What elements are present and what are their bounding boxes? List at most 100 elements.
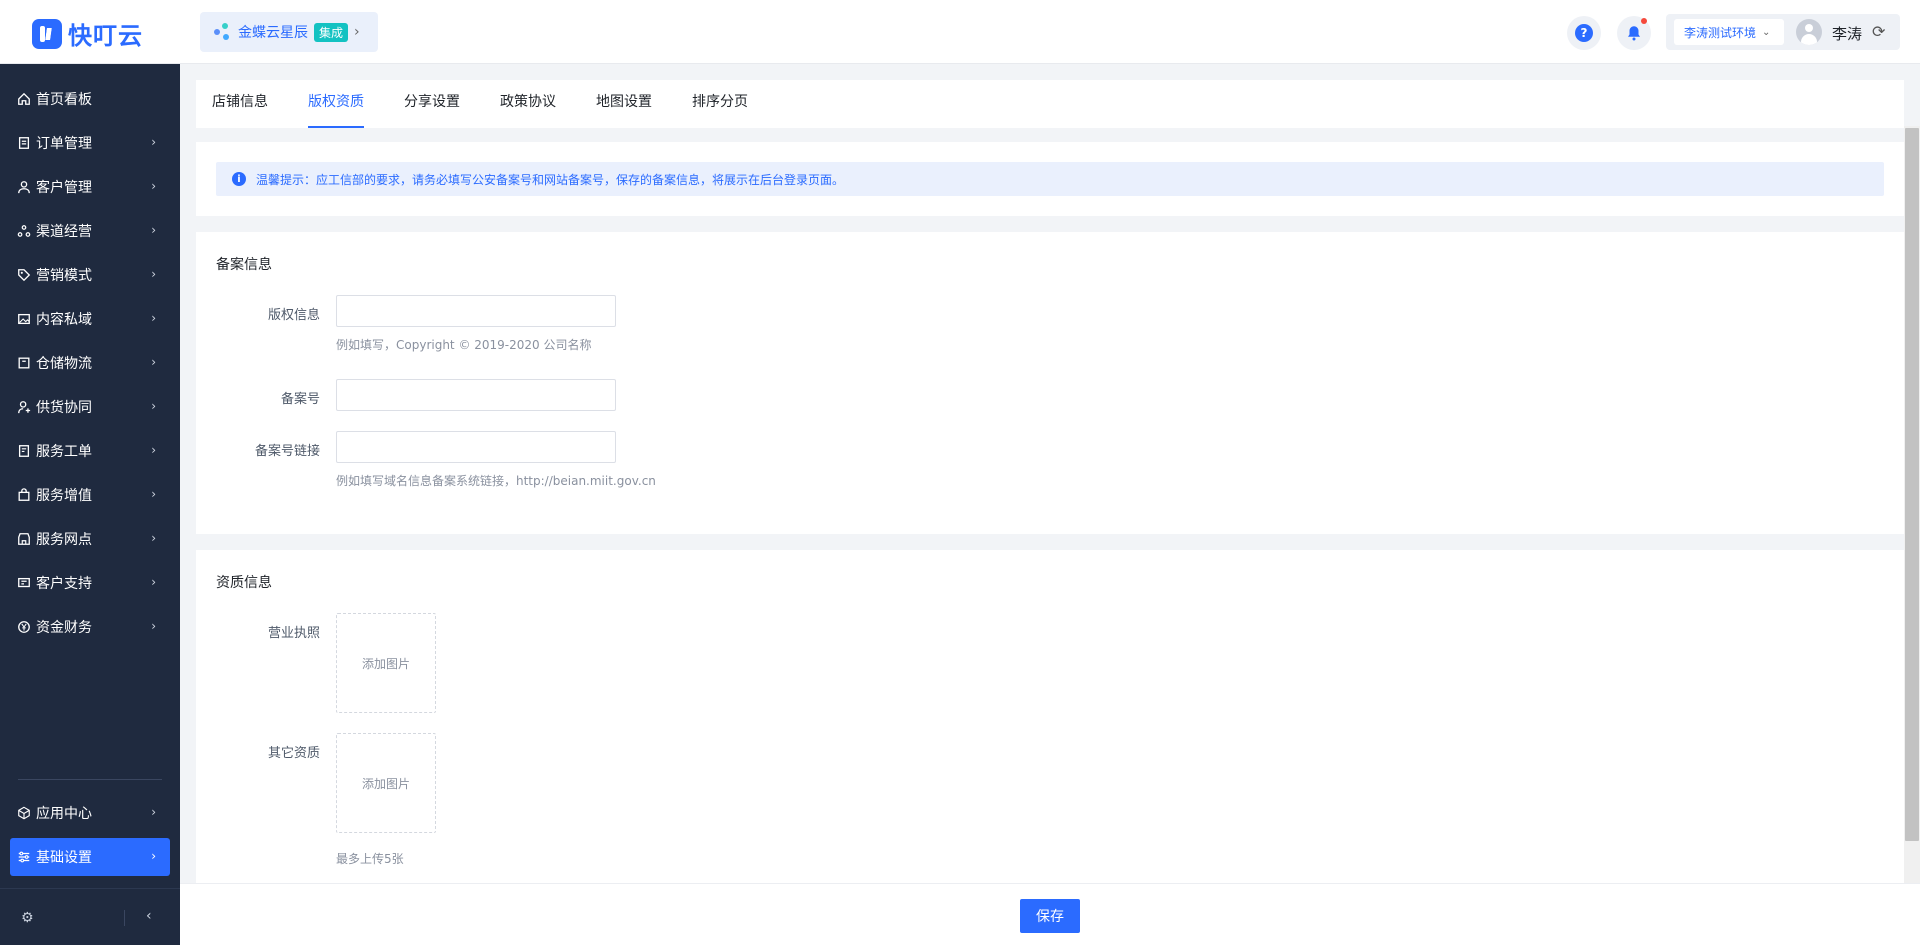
help-icon: ? <box>1575 24 1593 42</box>
record-link-hint: 例如填写域名信息备案系统链接，http://beian.miit.gov.cn <box>336 474 656 488</box>
tab-share-settings[interactable]: 分享设置 <box>404 80 460 128</box>
sidebar-item-support[interactable]: 客户支持 › <box>10 564 170 602</box>
tab-shop-info[interactable]: 店铺信息 <box>212 80 268 128</box>
notification-button[interactable] <box>1617 16 1651 50</box>
chevron-right-icon: › <box>151 311 156 325</box>
user-icon <box>16 179 32 195</box>
notice-alert: i 温馨提示：应工信部的要求，请务必填写公安备案号和网站备案号，保存的备案信息，… <box>216 162 1884 196</box>
sidebar-item-label: 服务网点 <box>36 532 92 548</box>
footer-bar: 保存 <box>180 883 1920 945</box>
chevron-down-icon: ⌄ <box>1762 26 1771 38</box>
avatar[interactable] <box>1796 19 1822 45</box>
sidebar-item-app-center[interactable]: 应用中心 › <box>10 794 170 832</box>
sidebar-item-label: 客户管理 <box>36 180 92 196</box>
integration-app-chip[interactable]: 金蝶云星辰 集成 › <box>200 12 378 52</box>
other-qualification-upload[interactable]: 添加图片 <box>336 733 436 833</box>
environment-select[interactable]: 李涛测试环境 ⌄ <box>1674 19 1784 45</box>
sidebar-item-label: 订单管理 <box>36 136 92 152</box>
chevron-right-icon: › <box>151 179 156 193</box>
record-info-panel: 备案信息 版权信息 例如填写，Copyright © 2019-2020 公司名… <box>196 232 1904 534</box>
sidebar-item-warehouse[interactable]: 仓储物流 › <box>10 344 170 382</box>
chevron-right-icon: › <box>151 849 156 863</box>
tab-sort-pagination[interactable]: 排序分页 <box>692 80 748 128</box>
sidebar-item-service-tickets[interactable]: 服务工单 › <box>10 432 170 470</box>
sidebar-item-dashboard[interactable]: 首页看板 <box>10 80 170 118</box>
sidebar-footer-separator <box>124 910 125 926</box>
sidebar: 首页看板 订单管理 › 客户管理 › 渠道经营 › 营销模式 › 内容私域 › … <box>0 64 180 945</box>
environment-label: 李涛测试环境 <box>1684 25 1757 40</box>
tab-map-settings[interactable]: 地图设置 <box>596 80 652 128</box>
collapse-sidebar-icon[interactable]: ‹ <box>146 908 152 924</box>
business-license-label: 营业执照 <box>267 626 320 641</box>
chevron-right-icon: › <box>151 805 156 819</box>
logo-text: 快叮云 <box>68 22 143 50</box>
user-name[interactable]: 李涛 <box>1832 23 1862 44</box>
sidebar-item-channels[interactable]: 渠道经营 › <box>10 212 170 250</box>
order-icon <box>16 135 32 151</box>
record-link-label: 备案号链接 <box>254 444 320 459</box>
tab-policy-agreement[interactable]: 政策协议 <box>500 80 556 128</box>
sidebar-item-basic-settings[interactable]: 基础设置 › <box>10 838 170 876</box>
sidebar-item-content[interactable]: 内容私域 › <box>10 300 170 338</box>
sidebar-item-label: 服务增值 <box>36 488 92 504</box>
app-name: 金蝶云星辰 <box>238 25 308 41</box>
chevron-right-icon: › <box>151 575 156 589</box>
sidebar-item-label: 内容私域 <box>36 312 92 328</box>
scrollbar-thumb[interactable] <box>1905 128 1919 841</box>
chevron-right-icon: › <box>151 443 156 457</box>
business-license-upload[interactable]: 添加图片 <box>336 613 436 713</box>
help-button[interactable]: ? <box>1567 16 1601 50</box>
other-qualification-label: 其它资质 <box>267 746 320 761</box>
sidebar-item-value-added[interactable]: 服务增值 › <box>10 476 170 514</box>
sidebar-item-label: 基础设置 <box>36 850 92 866</box>
image-icon <box>16 311 32 327</box>
record-number-input[interactable] <box>336 379 616 411</box>
bell-icon <box>1628 26 1640 41</box>
app-dots-icon <box>214 23 232 41</box>
support-icon <box>16 575 32 591</box>
record-link-input[interactable] <box>336 431 616 463</box>
supply-icon <box>16 399 32 415</box>
sidebar-item-orders[interactable]: 订单管理 › <box>10 124 170 162</box>
upload-label: 添加图片 <box>361 656 410 671</box>
chevron-right-icon: › <box>151 487 156 501</box>
sidebar-item-label: 供货协同 <box>36 400 92 416</box>
yuan-icon <box>16 619 32 635</box>
cube-icon <box>16 805 32 821</box>
integration-badge: 集成 <box>314 22 349 42</box>
gear-icon[interactable]: ⚙ <box>21 910 34 926</box>
chevron-right-icon: › <box>151 223 156 237</box>
chevron-right-icon: › <box>354 24 360 40</box>
info-icon: i <box>232 172 246 186</box>
sidebar-item-label: 应用中心 <box>36 806 92 822</box>
chevron-right-icon: › <box>151 135 156 149</box>
sidebar-item-marketing[interactable]: 营销模式 › <box>10 256 170 294</box>
chevron-right-icon: › <box>151 355 156 369</box>
settings-list-icon <box>16 849 32 865</box>
sidebar-item-label: 营销模式 <box>36 268 92 284</box>
tab-copyright-qualification[interactable]: 版权资质 <box>308 80 364 128</box>
sidebar-item-label: 渠道经营 <box>36 224 92 240</box>
upload-label: 添加图片 <box>361 776 410 791</box>
sidebar-item-customers[interactable]: 客户管理 › <box>10 168 170 206</box>
section-title-qualification: 资质信息 <box>216 575 272 591</box>
save-button[interactable]: 保存 <box>1020 899 1080 933</box>
settings-tabs: 店铺信息 版权资质 分享设置 政策协议 地图设置 排序分页 <box>196 80 1904 128</box>
sidebar-item-service-points[interactable]: 服务网点 › <box>10 520 170 558</box>
sidebar-divider <box>18 779 162 780</box>
ticket-icon <box>16 443 32 459</box>
top-header: 快叮云 金蝶云星辰 集成 › ? 李涛测试环境 ⌄ 李涛 ⟳ <box>0 0 1920 64</box>
copyright-input[interactable] <box>336 295 616 327</box>
account-area: 李涛测试环境 ⌄ 李涛 ⟳ <box>1666 14 1900 50</box>
sidebar-item-label: 仓储物流 <box>36 356 92 372</box>
sidebar-item-finance[interactable]: 资金财务 › <box>10 608 170 646</box>
sidebar-item-label: 客户支持 <box>36 576 92 592</box>
home-icon <box>16 91 32 107</box>
sidebar-item-supply[interactable]: 供货协同 › <box>10 388 170 426</box>
refresh-icon[interactable]: ⟳ <box>1872 22 1885 41</box>
box-icon <box>16 355 32 371</box>
chevron-right-icon: › <box>151 399 156 413</box>
record-number-label: 备案号 <box>280 392 320 407</box>
channel-icon <box>16 223 32 239</box>
logo[interactable]: 快叮云 <box>32 16 143 51</box>
